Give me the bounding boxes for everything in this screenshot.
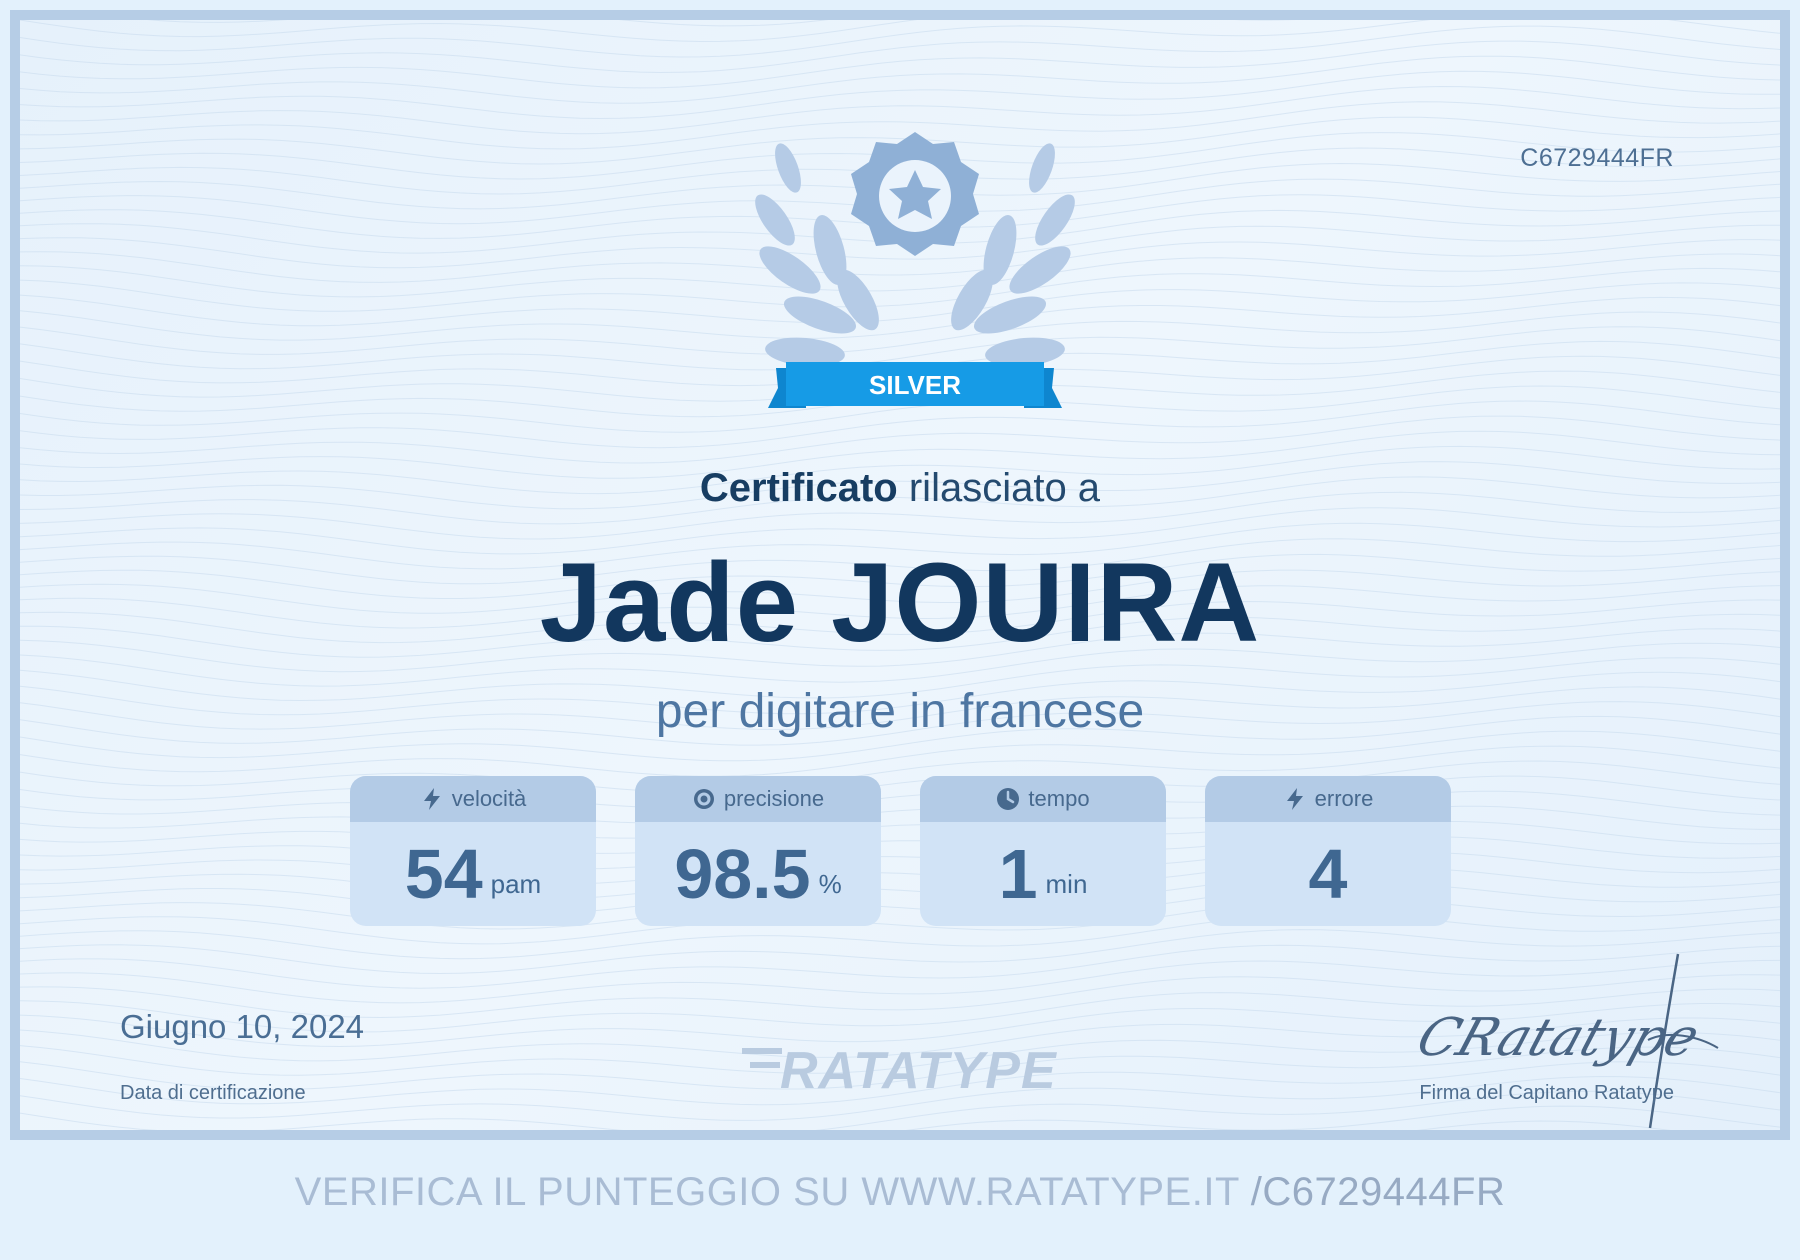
silver-badge-emblem: SILVER <box>755 132 1075 408</box>
stat-label: precisione <box>723 786 825 811</box>
certificate-subtitle: per digitare in francese <box>655 685 1145 738</box>
heading-rest: rilasciato a <box>908 466 1101 510</box>
logo-text: RATATYPE <box>780 1042 1057 1100</box>
stat-label: tempo <box>1028 786 1090 811</box>
target-icon <box>693 789 714 809</box>
stat-value: 54 <box>404 835 483 913</box>
stat-label: velocità <box>451 786 527 811</box>
certification-date: Giugno 10, 2024 <box>120 1008 365 1045</box>
stat-value: 1 <box>998 835 1038 913</box>
star-medal-icon <box>851 132 979 256</box>
stat-header: velocità <box>350 776 596 822</box>
recipient-name: Jade JOUIRA <box>539 540 1261 665</box>
clock-icon <box>997 788 1020 810</box>
stat-header: precisione <box>635 776 881 822</box>
certificate-id: C6729444FR <box>1520 144 1674 172</box>
signature-label: Firma del Capitano Ratatype <box>1419 1082 1674 1104</box>
stat-unit: pam <box>490 869 542 899</box>
stat-value: 4 <box>1308 835 1348 913</box>
certificate-frame: C6729444FR SILVER Certificato rilasciato… <box>10 10 1790 1140</box>
stat-label: errore <box>1314 786 1374 811</box>
stat-header: errore <box>1205 776 1451 822</box>
stat-value: 98.5 <box>674 835 811 913</box>
stat-header: tempo <box>920 776 1166 822</box>
heading-bold: Certificato <box>699 466 898 510</box>
lightning-icon <box>423 788 440 810</box>
stat-card-time: tempo 1 min <box>920 776 1166 926</box>
certification-date-label: Data di certificazione <box>120 1082 306 1104</box>
stat-card-errors: errore 4 <box>1205 776 1451 926</box>
certificate-heading: Certificato rilasciato a <box>20 466 1780 511</box>
verify-score-text: VERIFICA IL PUNTEGGIO SU WWW.RATATYPE.IT… <box>0 1170 1800 1215</box>
stat-unit: % <box>818 869 842 899</box>
verify-code: /C6729444FR <box>1250 1170 1506 1214</box>
lightning-icon <box>1286 788 1303 810</box>
stat-card-speed: velocità 54 pam <box>350 776 596 926</box>
stat-card-accuracy: precisione 98.5 % <box>635 776 881 926</box>
signature-text: CRatatype <box>1410 1006 1707 1067</box>
level-label: SILVER <box>869 370 961 400</box>
ratatype-logo: RATATYPE <box>742 1042 1057 1100</box>
stat-unit: min <box>1045 869 1088 899</box>
verify-url-text: VERIFICA IL PUNTEGGIO SU WWW.RATATYPE.IT <box>294 1170 1240 1214</box>
